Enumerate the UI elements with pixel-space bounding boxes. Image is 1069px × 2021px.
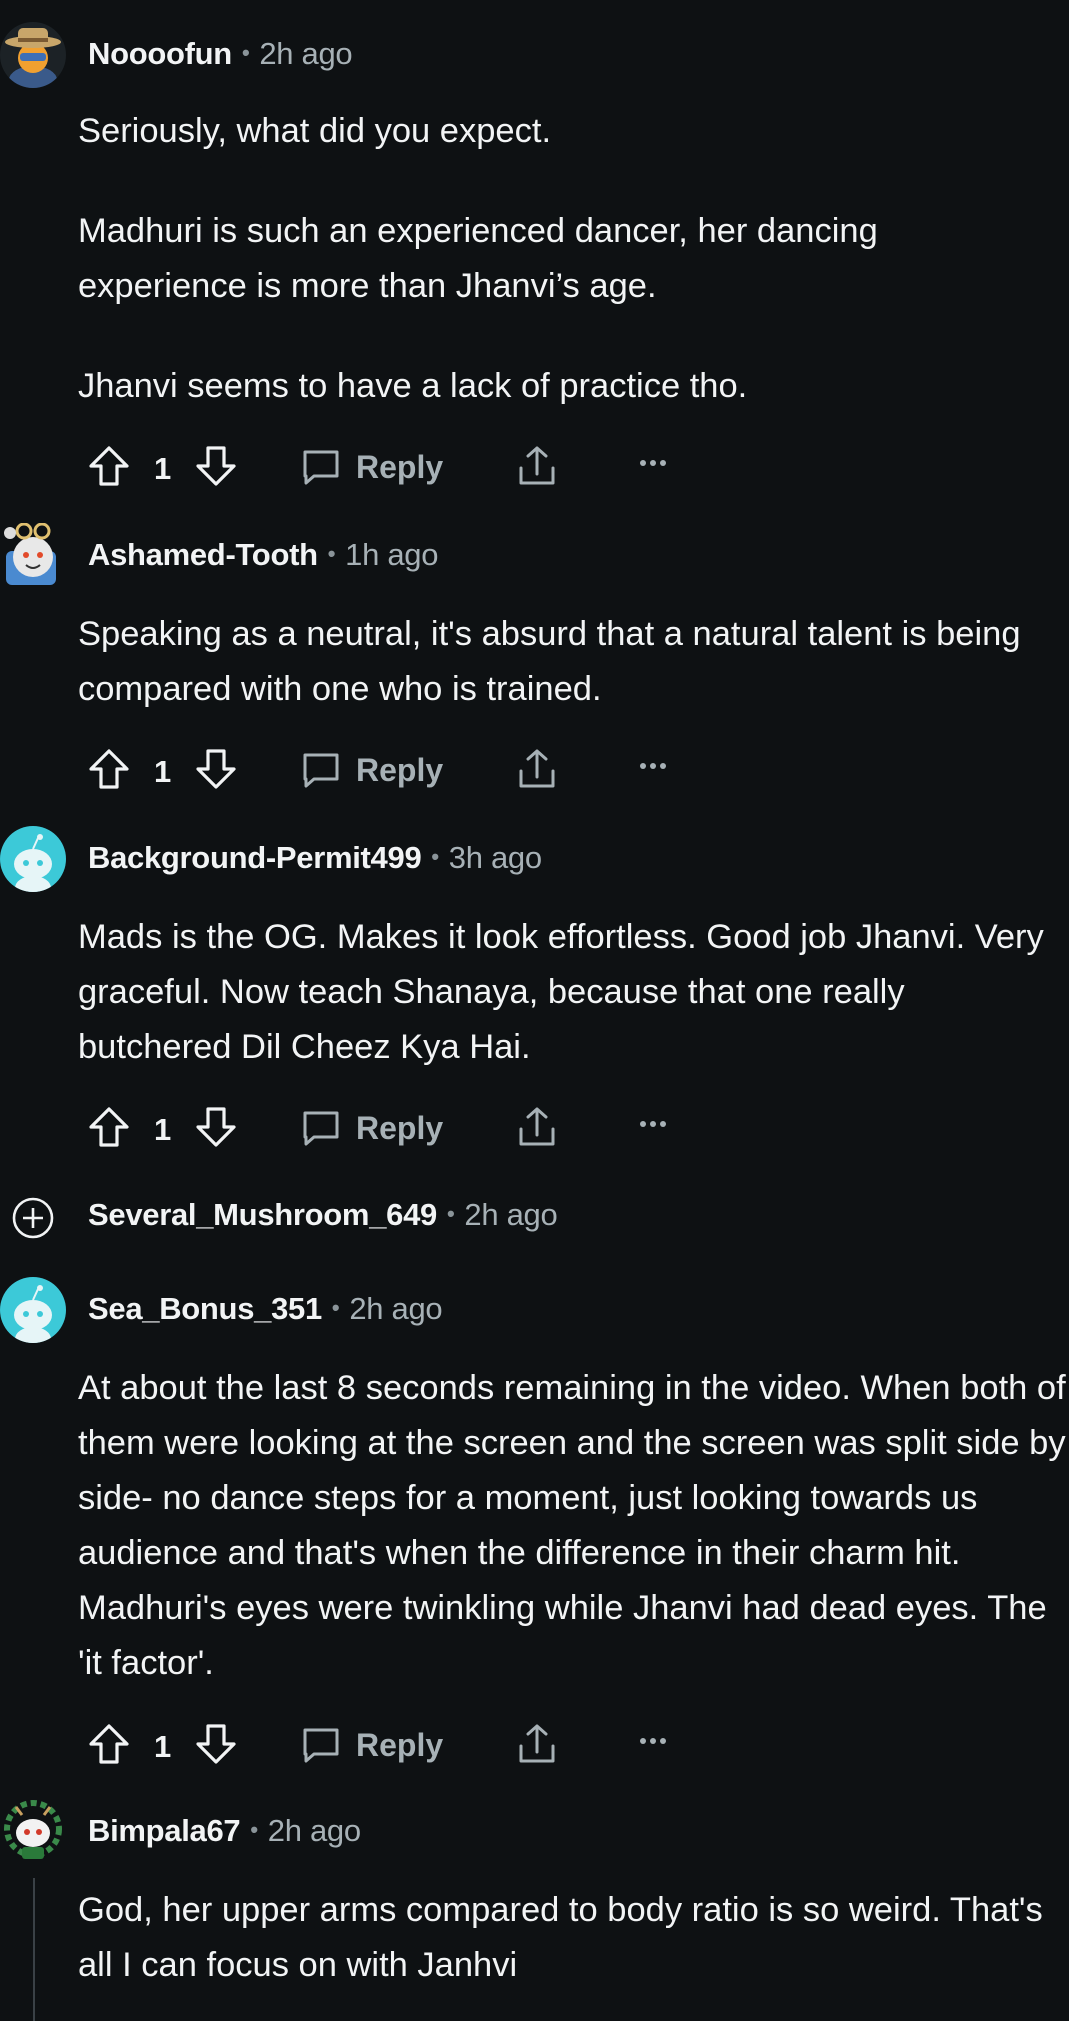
comment-actions: 1 Reply (0, 1099, 1069, 1159)
comment-body: Seriously, what did you expect. Madhuri … (78, 104, 1068, 414)
separator-dot: • (331, 1295, 340, 1320)
reply-label: Reply (356, 1726, 444, 1763)
comment-paragraph: God, her upper arms compared to body rat… (78, 1891, 1043, 1984)
username[interactable]: Background-Permit499 (88, 840, 422, 875)
comment-header: Noooofun • 2h ago (0, 22, 1069, 92)
reply-button[interactable]: Reply (300, 1107, 443, 1149)
reply-label: Reply (356, 751, 444, 788)
upvote-button[interactable] (87, 747, 131, 791)
user-avatar[interactable] (0, 1799, 66, 1865)
downvote-icon (196, 1107, 236, 1147)
comment-bubble-icon (303, 753, 339, 788)
comment-bubble-icon (303, 450, 339, 485)
downvote-icon (196, 446, 236, 486)
upvote-icon (89, 749, 129, 789)
comment-paragraph: Seriously, what did you expect. (78, 112, 552, 150)
upvote-button[interactable] (87, 444, 131, 488)
comment-paragraph: At about the last 8 seconds remaining in… (78, 1369, 1066, 1682)
timestamp: 2h ago (464, 1197, 558, 1232)
share-button[interactable] (515, 1722, 559, 1766)
expand-plus-icon (12, 1197, 54, 1239)
upvote-button[interactable] (87, 1722, 131, 1766)
username[interactable]: Several_Mushroom_649 (88, 1197, 437, 1232)
more-options-button[interactable] (638, 458, 668, 468)
timestamp: 1h ago (345, 537, 439, 572)
comment-body: At about the last 8 seconds remaining in… (78, 1361, 1068, 1691)
downvote-button[interactable] (194, 444, 238, 488)
comment-header: Bimpala67 • 2h ago (0, 1799, 1069, 1869)
separator-dot: • (446, 1201, 455, 1226)
vote-count: 1 (154, 1729, 172, 1764)
reply-button[interactable]: Reply (300, 1724, 443, 1766)
comment-header: Several_Mushroom_649 • 2h ago (0, 1183, 1069, 1253)
comment-paragraph: Madhuri is such an experienced dancer, h… (78, 212, 878, 305)
separator-dot: • (431, 844, 439, 869)
separator-dot: • (241, 40, 250, 65)
downvote-icon (196, 1724, 236, 1764)
more-options-button[interactable] (638, 761, 668, 771)
comment-bubble-icon (303, 1728, 339, 1763)
comment-paragraph: Mads is the OG. Makes it look effortless… (78, 918, 1044, 1066)
separator-dot: • (327, 541, 336, 566)
timestamp: 2h ago (259, 36, 353, 71)
comment-bubble-icon (303, 1111, 339, 1146)
expand-thread-button[interactable] (12, 1197, 54, 1244)
more-options-icon (640, 1738, 666, 1744)
reply-button[interactable]: Reply (300, 749, 443, 791)
downvote-icon (196, 749, 236, 789)
share-button[interactable] (515, 444, 559, 488)
user-avatar[interactable] (0, 22, 66, 88)
reply-button[interactable]: Reply (300, 446, 443, 488)
share-icon (519, 1107, 555, 1146)
timestamp: 2h ago (349, 1291, 443, 1326)
share-button[interactable] (515, 747, 559, 791)
comment-paragraph: Speaking as a neutral, it's absurd that … (78, 615, 1021, 708)
comment-actions: 1 Reply (0, 741, 1069, 801)
share-icon (519, 446, 555, 485)
user-avatar[interactable] (0, 523, 66, 589)
upvote-icon (89, 446, 129, 486)
vote-count: 1 (154, 451, 172, 486)
more-options-icon (640, 460, 666, 466)
share-icon (519, 749, 555, 788)
username[interactable]: Noooofun (88, 36, 232, 71)
comment-header: Ashamed-Tooth • 1h ago (0, 523, 1069, 593)
comment-body: God, her upper arms compared to body rat… (78, 1883, 1068, 1993)
comment-body: Speaking as a neutral, it's absurd that … (78, 607, 1068, 717)
upvote-button[interactable] (87, 1105, 131, 1149)
more-options-button[interactable] (638, 1119, 668, 1129)
upvote-icon (89, 1724, 129, 1764)
reply-label: Reply (356, 448, 444, 485)
user-avatar[interactable] (0, 826, 66, 892)
vote-count: 1 (154, 754, 172, 789)
timestamp: 2h ago (267, 1813, 361, 1848)
upvote-icon (89, 1107, 129, 1147)
downvote-button[interactable] (194, 747, 238, 791)
username[interactable]: Sea_Bonus_351 (88, 1291, 322, 1326)
more-options-button[interactable] (638, 1736, 668, 1746)
comment-header: Background-Permit499 • 3h ago (0, 826, 1069, 896)
comment-body: Mads is the OG. Makes it look effortless… (78, 910, 1068, 1075)
username[interactable]: Ashamed-Tooth (88, 537, 318, 572)
username[interactable]: Bimpala67 (88, 1813, 241, 1848)
comment-paragraph: Jhanvi seems to have a lack of practice … (78, 367, 748, 405)
more-options-icon (640, 763, 666, 769)
reply-label: Reply (356, 1109, 444, 1146)
downvote-button[interactable] (194, 1105, 238, 1149)
timestamp: 3h ago (448, 840, 542, 875)
thread-line[interactable] (33, 1878, 35, 2021)
user-avatar[interactable] (0, 1277, 66, 1343)
more-options-icon (640, 1121, 666, 1127)
vote-count: 1 (154, 1112, 172, 1147)
comment-header: Sea_Bonus_351 • 2h ago (0, 1277, 1069, 1347)
separator-dot: • (250, 1817, 258, 1842)
comment-actions: 1 Reply (0, 1716, 1069, 1776)
share-button[interactable] (515, 1105, 559, 1149)
share-icon (519, 1724, 555, 1763)
downvote-button[interactable] (194, 1722, 238, 1766)
comment-actions: 1 Reply (0, 438, 1069, 498)
